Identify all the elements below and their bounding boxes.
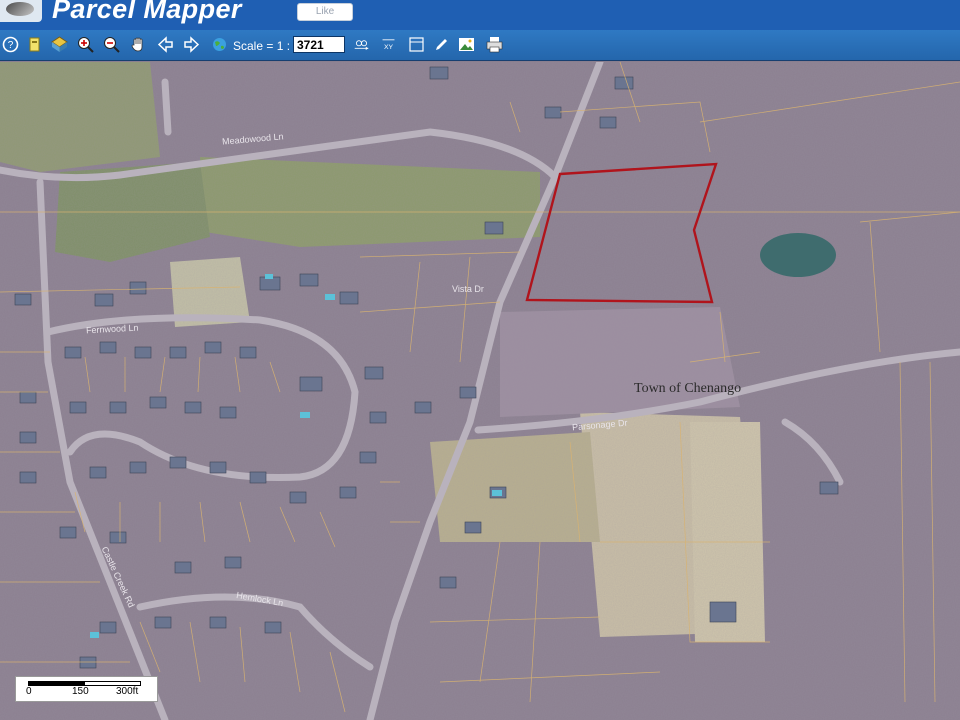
map-view[interactable]: Town of Chenango Meadowood Ln Fernwood L… — [0, 62, 960, 720]
scale-bar: 0 150 300ft — [15, 676, 158, 702]
toolbar: ? Scale = 1 : XY — [0, 30, 960, 60]
forward-icon[interactable] — [183, 36, 200, 53]
app-title: Parcel Mapper — [52, 0, 242, 24]
measure-pencil-icon[interactable] — [433, 36, 450, 53]
scale-input[interactable] — [293, 36, 345, 53]
help-icon[interactable]: ? — [2, 36, 19, 53]
print-icon[interactable] — [486, 36, 503, 53]
zoom-in-icon[interactable] — [77, 36, 94, 53]
scale-tick-300: 300ft — [116, 686, 139, 697]
svg-text:XY: XY — [384, 44, 394, 51]
like-button[interactable]: Like — [297, 3, 353, 21]
street-label-vista: Vista Dr — [452, 284, 484, 294]
aerial-map[interactable] — [0, 62, 960, 720]
globe-logo-icon — [0, 0, 42, 22]
xy-icon[interactable]: XY — [380, 36, 400, 53]
pan-hand-icon[interactable] — [130, 36, 147, 53]
zoom-out-icon[interactable] — [103, 36, 120, 53]
layers-icon[interactable] — [26, 36, 43, 53]
frame-icon[interactable] — [408, 36, 425, 53]
app-header: Parcel Mapper Like — [0, 0, 960, 30]
town-label: Town of Chenango — [634, 381, 742, 396]
full-extent-icon[interactable] — [51, 36, 68, 53]
scale-label: Scale = 1 : — [233, 39, 291, 53]
photo-icon[interactable] — [458, 36, 475, 53]
back-icon[interactable] — [157, 36, 174, 53]
scale-tick-150: 150 — [72, 686, 89, 697]
globe-icon[interactable] — [211, 36, 228, 53]
scale-tick-0: 0 — [26, 686, 32, 697]
svg-text:?: ? — [8, 40, 14, 51]
coordinates-icon[interactable] — [353, 36, 373, 53]
